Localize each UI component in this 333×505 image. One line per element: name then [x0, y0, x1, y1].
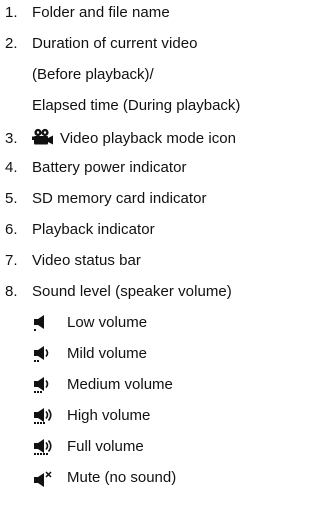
item-number: 2. [5, 35, 18, 52]
volume-level-label: Medium volume [67, 376, 173, 393]
item-number: 1. [5, 4, 18, 21]
item-number: 3. [5, 130, 18, 147]
list-item-2-continuation: (Before playback)/ [32, 66, 154, 83]
list-item-8: 8. Sound level (speaker volume) [5, 283, 232, 301]
item-text: Video status bar [32, 252, 141, 269]
volume-level-label: Mute (no sound) [67, 469, 177, 486]
list-item-1: 1. Folder and file name [5, 4, 170, 22]
volume-level-label: High volume [67, 407, 151, 424]
speaker-high-icon [32, 408, 56, 425]
speaker-low-icon [32, 315, 56, 332]
item-number: 6. [5, 221, 18, 238]
item-text: SD memory card indicator [32, 190, 207, 207]
list-item-4: 4. Battery power indicator [5, 159, 187, 177]
speaker-mute-icon [32, 470, 56, 487]
list-item-2-continuation: Elapsed time (During playback) [32, 97, 241, 114]
item-text: Playback indicator [32, 221, 155, 238]
legend-document: 1. Folder and file name 2. Duration of cur… [0, 0, 333, 505]
list-item-3: 3. Video playback mode icon [5, 128, 236, 150]
list-item-2: 2. Duration of current video [5, 35, 198, 53]
speaker-mild-icon [32, 346, 56, 363]
list-item-7: 7. Video status bar [5, 252, 141, 270]
volume-level-label: Low volume [67, 314, 148, 331]
item-number: 4. [5, 159, 18, 176]
item-text: Duration of current video [32, 35, 198, 52]
item-number: 7. [5, 252, 18, 269]
list-item-5: 5. SD memory card indicator [5, 190, 207, 208]
video-camera-icon [32, 128, 54, 150]
list-item-6: 6. Playback indicator [5, 221, 155, 239]
item-text: Folder and file name [32, 4, 170, 21]
item-text: Battery power indicator [32, 159, 187, 176]
item-text: Sound level (speaker volume) [32, 283, 232, 300]
speaker-medium-icon [32, 377, 56, 394]
item-number: 8. [5, 283, 18, 300]
item-number: 5. [5, 190, 18, 207]
item-text: Video playback mode icon [60, 130, 237, 147]
speaker-full-icon [32, 439, 56, 456]
volume-level-label: Full volume [67, 438, 144, 455]
volume-level-label: Mild volume [67, 345, 148, 362]
